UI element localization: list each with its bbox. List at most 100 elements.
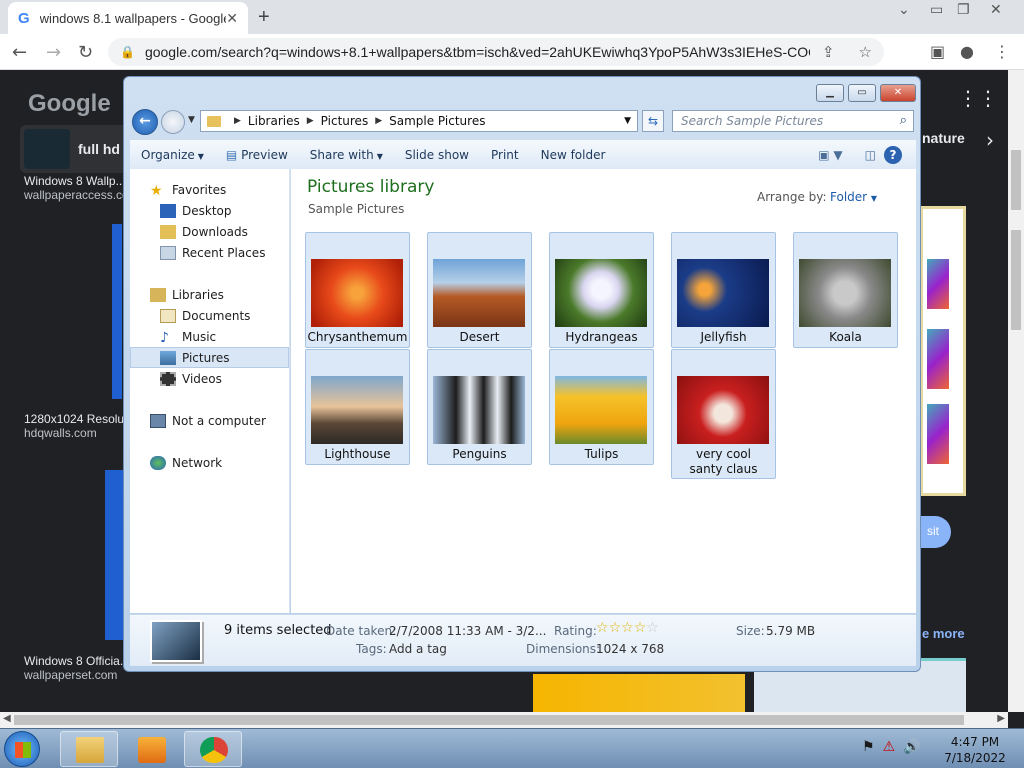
thumbnail-tile[interactable]: Tulips [549,349,654,465]
volume-icon[interactable]: 🔊 [903,739,920,755]
chip-full-hd[interactable]: full hd [20,125,130,173]
nav-recent-places[interactable]: Recent Places [130,242,289,263]
profile-avatar-icon[interactable]: ● [960,42,974,61]
nav-downloads[interactable]: Downloads [130,221,289,242]
sidebar-icon[interactable]: ▣ [930,42,945,61]
thumbnail-tile[interactable]: Chrysanthemum [305,232,410,348]
change-view-icon[interactable]: ▣ ▼ [818,148,842,162]
organize-button[interactable]: Organize ▼ [130,148,215,162]
tab-search-chevron-icon[interactable]: ⌄ [898,2,910,18]
taskbar-media-player[interactable] [122,731,180,767]
nav-videos[interactable]: Videos [130,368,289,389]
arrange-by-dropdown[interactable]: Folder ▼ [830,190,877,204]
new-folder-button[interactable]: New folder [530,148,617,162]
page-vertical-scrollbar[interactable] [1008,70,1024,712]
result-caption[interactable]: Windows 8 Wallp... wallpaperaccess.com [24,174,139,202]
scroll-right-icon[interactable]: ▶ [997,713,1005,724]
address-bar[interactable]: 🔒 google.com/search?q=windows+8.1+wallpa… [108,38,884,66]
nav-desktop[interactable]: Desktop [130,200,289,221]
breadcrumb-libraries[interactable]: Libraries [248,114,300,128]
thumbnail-tile[interactable]: very cool santy claus [671,349,776,479]
result-caption[interactable]: Windows 8 Officia... wallpaperset.com [24,654,130,682]
nav-network[interactable]: Network [130,452,289,473]
breadcrumb[interactable]: ▶ Libraries ▶ Pictures ▶ Sample Pictures… [200,110,638,132]
thumbnail-tile[interactable]: Jellyfish [671,232,776,348]
date-taken-value[interactable]: 2/7/2008 11:33 AM - 3/2... [389,624,546,638]
breadcrumb-separator-icon[interactable]: ▶ [307,116,314,126]
forward-arrow-icon[interactable]: → [46,42,61,63]
browser-tab[interactable]: G windows 8.1 wallpapers - Google ✕ [8,2,248,34]
minimize-icon[interactable]: ▁ [816,84,844,102]
thumbnail-tile[interactable]: Penguins [427,349,532,465]
recent-pages-chevron-icon[interactable]: ▼ [188,115,195,125]
scrollbar-thumb[interactable] [14,715,964,725]
scroll-left-icon[interactable]: ◀ [3,713,11,724]
breadcrumb-sample-pictures[interactable]: Sample Pictures [389,114,485,128]
rating-stars[interactable]: ☆☆☆☆☆ [596,620,659,636]
maximize-icon[interactable]: ▭ [848,84,876,102]
breadcrumb-separator-icon[interactable]: ▶ [234,116,241,126]
taskbar: ⚑ ⚠ 🔊 4:47 PM 7/18/2022 [0,728,1024,768]
dimensions-label: Dimensions: [526,642,601,656]
thumbnail-tile[interactable]: Koala [793,232,898,348]
thumbnail-tile[interactable]: Lighthouse [305,349,410,465]
url-text[interactable]: google.com/search?q=windows+8.1+wallpape… [145,44,810,60]
tags-value[interactable]: Add a tag [389,642,447,656]
desert-image [433,259,525,327]
thumbnail-tile[interactable]: Desert [427,232,532,348]
nav-pictures[interactable]: Pictures [130,347,289,368]
result-caption[interactable]: 1280x1024 Resolu... hdqwalls.com [24,412,134,440]
menu-kebab-icon[interactable]: ⋮ [994,42,1010,61]
action-center-icon[interactable]: ⚑ [862,739,875,755]
chevron-down-icon[interactable]: ▼ [624,116,631,126]
google-logo[interactable]: Google [28,90,111,118]
print-button[interactable]: Print [480,148,530,162]
taskbar-explorer[interactable] [60,731,118,767]
breadcrumb-pictures[interactable]: Pictures [321,114,369,128]
share-icon[interactable]: ⇪ [822,43,835,61]
result-title: 1280x1024 Resolu... [24,412,135,426]
tab-close-icon[interactable]: ✕ [226,10,238,27]
back-arrow-icon[interactable]: ← [132,109,158,135]
taskbar-chrome[interactable] [184,731,242,767]
search-input[interactable]: Search Sample Pictures ⌕ [672,110,914,132]
slide-show-button[interactable]: Slide show [394,148,480,162]
nav-favorites[interactable]: ★ Favorites [130,179,289,200]
chip-nature[interactable]: nature [922,130,965,146]
nav-documents[interactable]: Documents [130,305,289,326]
forward-arrow-icon[interactable] [161,110,185,134]
scrollbar-thumb[interactable] [1011,150,1021,210]
bookmark-star-icon[interactable]: ☆ [859,43,872,61]
page-horizontal-scrollbar[interactable]: ◀ ▶ [0,712,1008,728]
help-icon[interactable]: ? [884,145,902,164]
nav-computer[interactable]: Not a computer [130,410,289,431]
see-more-link[interactable]: e more [922,626,965,641]
nav-libraries[interactable]: Libraries [130,284,289,305]
close-icon[interactable]: ✕ [880,84,916,102]
refresh-icon[interactable]: ⇆ [642,110,664,132]
result-image[interactable] [112,224,122,399]
thumbnail-tile[interactable]: Hydrangeas [549,232,654,348]
clock[interactable]: 4:47 PM 7/18/2022 [940,734,1010,766]
back-arrow-icon[interactable]: ← [12,42,27,63]
chevron-right-icon[interactable]: › [986,128,994,152]
preview-button[interactable]: ▤ Preview [215,148,299,162]
preview-pane-icon[interactable]: ◫ [865,148,876,162]
preview-image[interactable] [920,206,966,496]
breadcrumb-separator-icon[interactable]: ▶ [375,116,382,126]
share-with-button[interactable]: Share with ▼ [299,148,394,162]
close-window-icon[interactable]: ✕ [990,2,1002,18]
nav-music[interactable]: ♪ Music [130,326,289,347]
apps-grid-icon[interactable]: ⋮⋮ [958,86,998,110]
new-tab-button[interactable]: + [258,6,270,29]
start-button[interactable] [4,731,40,767]
reload-icon[interactable]: ↻ [78,42,93,63]
result-image[interactable] [533,674,745,712]
restore-icon[interactable]: ❐ [957,2,970,18]
network-warning-icon[interactable]: ⚠ [883,739,896,755]
result-image[interactable] [105,470,123,640]
date-taken-label: Date taken: [326,624,397,638]
scrollbar-thumb[interactable] [1011,230,1021,330]
minimize-icon[interactable]: ▭ [930,2,943,18]
search-icon[interactable]: ⌕ [900,113,907,128]
